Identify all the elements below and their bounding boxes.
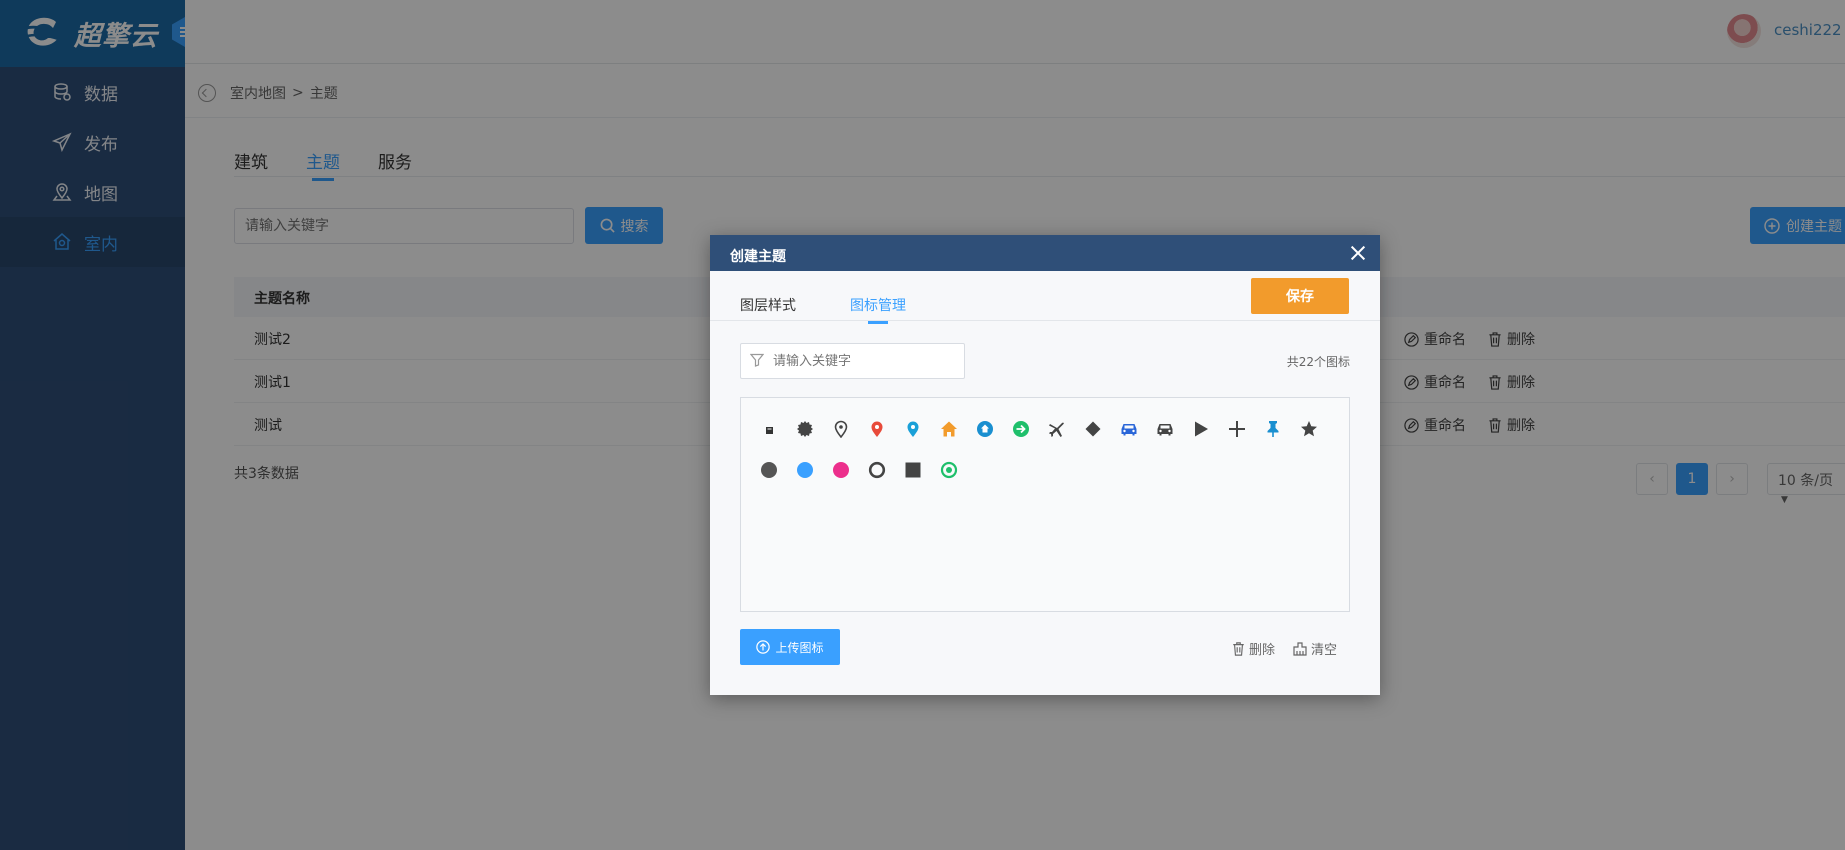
icon-count: 共22个图标 xyxy=(1286,355,1350,369)
location-pin-blue-icon[interactable] xyxy=(895,408,931,449)
square-icon[interactable] xyxy=(895,449,931,490)
icon-search-input[interactable] xyxy=(740,343,965,379)
car-blue-icon[interactable] xyxy=(1111,408,1147,449)
circle-dark-icon[interactable] xyxy=(751,449,787,490)
tab-layer-style[interactable]: 图层样式 xyxy=(740,295,796,321)
plus-icon[interactable] xyxy=(1219,408,1255,449)
arrow-circle-green-icon[interactable] xyxy=(1003,408,1039,449)
delete-label: 删除 xyxy=(1249,643,1276,658)
upload-label: 上传图标 xyxy=(775,640,824,655)
delete-icon-action[interactable]: 删除 xyxy=(1232,639,1275,658)
home-orange-icon[interactable] xyxy=(931,408,967,449)
icon-grid xyxy=(751,408,1341,490)
upload-icon xyxy=(756,640,771,654)
home-circle-blue-icon[interactable] xyxy=(967,408,1003,449)
small-square-icon[interactable] xyxy=(751,408,787,449)
diamond-icon[interactable] xyxy=(1075,408,1111,449)
location-pin-outline-icon[interactable] xyxy=(823,408,859,449)
ring-icon[interactable] xyxy=(859,449,895,490)
car-dark-icon[interactable] xyxy=(1147,408,1183,449)
close-icon[interactable] xyxy=(1349,244,1367,262)
play-icon[interactable] xyxy=(1183,408,1219,449)
clear-label: 清空 xyxy=(1311,643,1338,658)
dialog-tabs: 图层样式 图标管理 xyxy=(740,295,906,321)
clear-icons-action[interactable]: 清空 xyxy=(1293,639,1337,658)
dialog-header: 创建主题 xyxy=(710,235,1380,271)
gear-icon[interactable] xyxy=(787,408,823,449)
circle-pink-icon[interactable] xyxy=(823,449,859,490)
star-icon[interactable] xyxy=(1291,408,1327,449)
broom-icon xyxy=(1293,641,1307,656)
circle-blue-icon[interactable] xyxy=(787,449,823,490)
filter-icon xyxy=(750,353,764,367)
airplane-icon[interactable] xyxy=(1039,408,1075,449)
target-green-icon[interactable] xyxy=(931,449,967,490)
tab-icon-management[interactable]: 图标管理 xyxy=(850,295,906,321)
create-theme-dialog: 创建主题 图层样式 图标管理 保存 共22个图标 xyxy=(710,235,1380,695)
pushpin-icon[interactable] xyxy=(1255,408,1291,449)
save-button[interactable]: 保存 xyxy=(1251,278,1349,314)
icon-library xyxy=(740,397,1350,612)
trash-icon xyxy=(1233,641,1244,656)
dialog-tabs-underline xyxy=(710,320,1380,321)
dialog-title: 创建主题 xyxy=(730,249,786,265)
location-pin-red-icon[interactable] xyxy=(859,408,895,449)
upload-icon-button[interactable]: 上传图标 xyxy=(740,629,840,665)
